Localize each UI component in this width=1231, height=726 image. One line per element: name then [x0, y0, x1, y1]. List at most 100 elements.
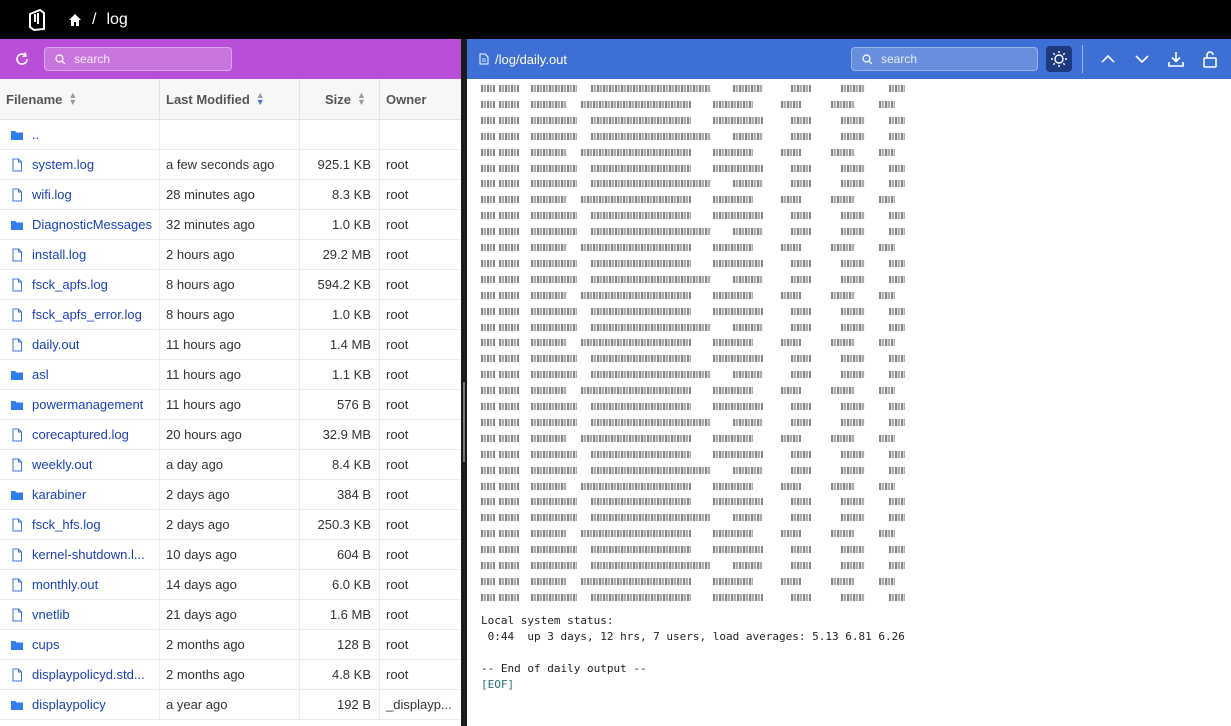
filename-link[interactable]: displaypolicy	[32, 697, 106, 712]
table-row[interactable]: vnetlib 21 days ago 1.6 MB root	[0, 600, 461, 630]
filename-link[interactable]: fsck_apfs.log	[32, 277, 108, 292]
cell-filename[interactable]: displaypolicy	[0, 690, 160, 719]
filename-link[interactable]: wifi.log	[32, 187, 72, 202]
theme-toggle-button[interactable]	[1046, 46, 1072, 72]
cell-modified: 8 hours ago	[160, 270, 300, 299]
owner-text: root	[386, 277, 409, 292]
modified-text: a few seconds ago	[166, 157, 275, 172]
blurred-line	[481, 418, 933, 426]
filename-link[interactable]: install.log	[32, 247, 86, 262]
table-row[interactable]: powermanagement 11 hours ago 576 B root	[0, 390, 461, 420]
splitter-handle[interactable]	[463, 382, 465, 462]
chevron-up-icon[interactable]	[1099, 50, 1117, 68]
table-row[interactable]: karabiner 2 days ago 384 B root	[0, 480, 461, 510]
table-row[interactable]: kernel-shutdown.l... 10 days ago 604 B root	[0, 540, 461, 570]
cell-filename[interactable]: fsck_hfs.log	[0, 510, 160, 539]
cell-owner: root	[380, 660, 461, 689]
filename-link[interactable]: daily.out	[32, 337, 79, 352]
cell-modified: 2 months ago	[160, 660, 300, 689]
cell-filename[interactable]: powermanagement	[0, 390, 160, 419]
table-row[interactable]: DiagnosticMessages 32 minutes ago 1.0 KB ro…	[0, 210, 461, 240]
download-icon[interactable]	[1167, 50, 1185, 68]
file-search-box[interactable]	[44, 47, 232, 71]
owner-text: root	[386, 637, 409, 652]
cell-size: 1.0 KB	[300, 300, 380, 329]
filename-link[interactable]: monthly.out	[32, 577, 98, 592]
cell-filename[interactable]: monthly.out	[0, 570, 160, 599]
filename-link[interactable]: ..	[32, 127, 39, 142]
modified-text: 2 months ago	[166, 667, 245, 682]
table-row[interactable]: displaypolicyd.std... 2 months ago 4.8 KB r…	[0, 660, 461, 690]
content-search-box[interactable]	[851, 47, 1038, 71]
table-row[interactable]: fsck_apfs.log 8 hours ago 594.2 KB root	[0, 270, 461, 300]
file-icon	[12, 458, 22, 471]
cell-owner: root	[380, 600, 461, 629]
table-row[interactable]: weekly.out a day ago 8.4 KB root	[0, 450, 461, 480]
cell-filename[interactable]: vnetlib	[0, 600, 160, 629]
cell-filename[interactable]: displaypolicyd.std...	[0, 660, 160, 689]
app-logo[interactable]	[26, 8, 48, 32]
table-row[interactable]: corecaptured.log 20 hours ago 32.9 MB root	[0, 420, 461, 450]
column-size[interactable]: Size ▲ ▼	[300, 79, 380, 119]
home-icon[interactable]	[68, 13, 82, 27]
cell-filename[interactable]: daily.out	[0, 330, 160, 359]
column-filename-label: Filename	[6, 91, 63, 107]
refresh-icon[interactable]	[14, 51, 30, 67]
filename-link[interactable]: cups	[32, 637, 59, 652]
blurred-line	[481, 164, 933, 172]
filename-link[interactable]: asl	[32, 367, 49, 382]
cell-filename[interactable]: asl	[0, 360, 160, 389]
filename-link[interactable]: kernel-shutdown.l...	[32, 547, 145, 562]
table-row[interactable]: fsck_hfs.log 2 days ago 250.3 KB root	[0, 510, 461, 540]
cell-size: 6.0 KB	[300, 570, 380, 599]
table-row[interactable]: wifi.log 28 minutes ago 8.3 KB root	[0, 180, 461, 210]
cell-filename[interactable]: DiagnosticMessages	[0, 210, 160, 239]
table-row[interactable]: system.log a few seconds ago 925.1 KB root	[0, 150, 461, 180]
content-search-input[interactable]	[881, 52, 1021, 66]
filename-link[interactable]: DiagnosticMessages	[32, 217, 152, 232]
filename-link[interactable]: karabiner	[32, 487, 86, 502]
cell-filename[interactable]: karabiner	[0, 480, 160, 509]
size-text: 1.4 MB	[329, 337, 371, 352]
lock-icon[interactable]	[1201, 50, 1219, 68]
breadcrumb-current[interactable]: log	[106, 11, 127, 29]
log-line: 0:44 up 3 days, 12 hrs, 7 users, load av…	[481, 630, 905, 643]
cell-filename[interactable]: wifi.log	[0, 180, 160, 209]
table-row[interactable]: daily.out 11 hours ago 1.4 MB root	[0, 330, 461, 360]
filename-link[interactable]: fsck_hfs.log	[32, 517, 101, 532]
cell-owner: root	[380, 240, 461, 269]
log-text-lines: Local system status: 0:44 up 3 days, 12 …	[481, 613, 1231, 677]
table-row[interactable]: install.log 2 hours ago 29.2 MB root	[0, 240, 461, 270]
cell-filename[interactable]: fsck_apfs.log	[0, 270, 160, 299]
filename-link[interactable]: displaypolicyd.std...	[32, 667, 145, 682]
cell-filename[interactable]: cups	[0, 630, 160, 659]
table-row[interactable]: displaypolicy a year ago 192 B _displayp...	[0, 690, 461, 720]
table-row[interactable]: asl 11 hours ago 1.1 KB root	[0, 360, 461, 390]
blurred-line	[481, 562, 933, 569]
sort-desc-icon: ▲ ▼	[255, 90, 265, 107]
filename-link[interactable]: vnetlib	[32, 607, 70, 622]
table-row[interactable]: monthly.out 14 days ago 6.0 KB root	[0, 570, 461, 600]
cell-filename[interactable]: fsck_apfs_error.log	[0, 300, 160, 329]
filename-link[interactable]: fsck_apfs_error.log	[32, 307, 142, 322]
filename-link[interactable]: system.log	[32, 157, 94, 172]
filename-link[interactable]: weekly.out	[32, 457, 92, 472]
filename-link[interactable]: corecaptured.log	[32, 427, 129, 442]
cell-filename[interactable]: ..	[0, 120, 160, 149]
cell-filename[interactable]: corecaptured.log	[0, 420, 160, 449]
file-search-input[interactable]	[74, 52, 214, 66]
cell-filename[interactable]: install.log	[0, 240, 160, 269]
chevron-down-icon[interactable]	[1133, 50, 1151, 68]
column-modified[interactable]: Last Modified ▲ ▼	[160, 79, 300, 119]
column-filename[interactable]: Filename ▲ ▼	[0, 79, 160, 119]
column-owner[interactable]: Owner	[380, 79, 461, 119]
cell-filename[interactable]: kernel-shutdown.l...	[0, 540, 160, 569]
table-row[interactable]: cups 2 months ago 128 B root	[0, 630, 461, 660]
size-text: 925.1 KB	[317, 157, 372, 172]
filename-link[interactable]: powermanagement	[32, 397, 143, 412]
table-row[interactable]: fsck_apfs_error.log 8 hours ago 1.0 KB root	[0, 300, 461, 330]
blurred-line	[481, 387, 923, 395]
cell-filename[interactable]: weekly.out	[0, 450, 160, 479]
table-row[interactable]: ..	[0, 120, 461, 150]
cell-filename[interactable]: system.log	[0, 150, 160, 179]
